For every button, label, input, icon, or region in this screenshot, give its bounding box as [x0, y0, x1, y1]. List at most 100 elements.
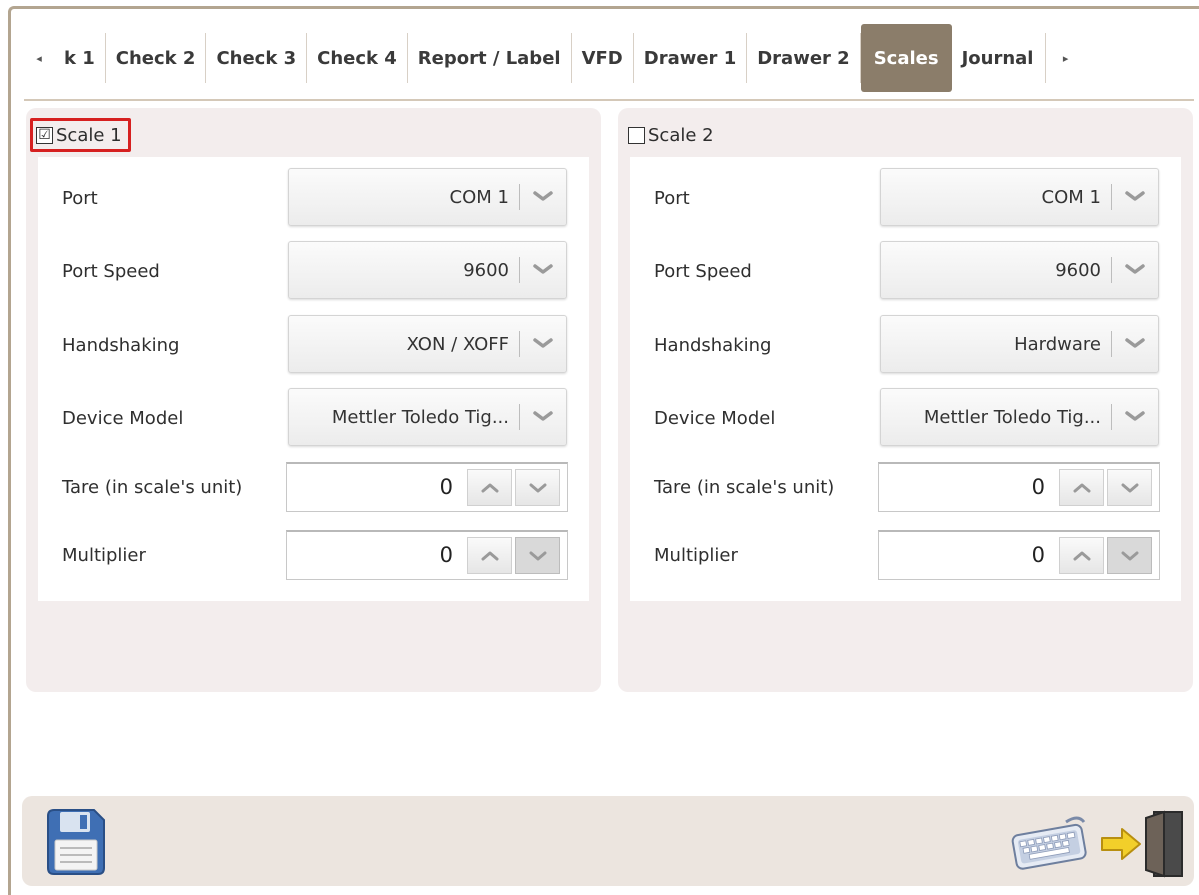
handshaking-label: Handshaking [654, 334, 772, 356]
save-button[interactable] [42, 806, 108, 876]
chevron-down-icon [1112, 168, 1158, 226]
handshaking-row: Handshaking Hardware [630, 315, 1181, 375]
port-row: Port COM 1 [630, 168, 1181, 228]
tab-journal[interactable]: Journal [952, 33, 1046, 83]
handshaking-label: Handshaking [62, 334, 180, 356]
tab-check-3[interactable]: Check 3 [206, 33, 308, 83]
port-value: COM 1 [1041, 186, 1101, 208]
port-speed-dropdown[interactable]: 9600 [288, 241, 567, 299]
checkbox-checked-icon: ☑ [36, 126, 53, 144]
tare-decrement-button[interactable] [515, 469, 560, 506]
scale-1-checkbox[interactable]: ☑ Scale 1 [30, 118, 131, 152]
tab-check-4[interactable]: Check 4 [307, 33, 408, 83]
multiplier-row: Multiplier 0 [630, 529, 1181, 589]
port-dropdown[interactable]: COM 1 [880, 168, 1159, 226]
multiplier-decrement-button[interactable] [1107, 537, 1152, 574]
keyboard-icon [1011, 816, 1087, 870]
device-model-row: Device Model Mettler Toledo Tig... [38, 388, 589, 448]
checkbox-unchecked-icon [628, 126, 645, 144]
port-label: Port [654, 187, 690, 209]
device-model-dropdown[interactable]: Mettler Toledo Tig... [880, 388, 1159, 446]
handshaking-value: XON / XOFF [406, 333, 509, 355]
chevron-down-icon [520, 168, 566, 226]
chevron-up-icon [481, 551, 498, 560]
port-speed-label: Port Speed [654, 260, 752, 282]
scale-1-label: Scale 1 [56, 124, 122, 146]
port-speed-row: Port Speed 9600 [630, 241, 1181, 301]
multiplier-stepper[interactable]: 0 [878, 530, 1160, 580]
scale-2-settings: Port COM 1 Port Speed 9600 Handshaking H… [630, 157, 1181, 601]
chevron-down-icon [1112, 315, 1158, 373]
port-value: COM 1 [449, 186, 509, 208]
tare-decrement-button[interactable] [1107, 469, 1152, 506]
tare-stepper[interactable]: 0 [878, 462, 1160, 512]
chevron-down-icon [1121, 551, 1138, 560]
port-label: Port [62, 187, 98, 209]
chevron-up-icon [1073, 551, 1090, 560]
tab-report-label[interactable]: Report / Label [408, 33, 572, 83]
chevron-down-icon [520, 241, 566, 299]
port-speed-value: 9600 [1055, 259, 1101, 281]
tab-check-1[interactable]: k 1 [54, 33, 106, 83]
handshaking-dropdown[interactable]: XON / XOFF [288, 315, 567, 373]
device-model-value: Mettler Toledo Tig... [331, 406, 509, 428]
chevron-up-icon [1073, 483, 1090, 492]
tab-drawer-2[interactable]: Drawer 2 [747, 33, 861, 83]
tab-scroll-left-button[interactable]: ◂ [24, 33, 54, 83]
scale-1-settings: Port COM 1 Port Speed 9600 Handshaking X… [38, 157, 589, 601]
tare-stepper[interactable]: 0 [286, 462, 568, 512]
tare-row: Tare (in scale's unit) 0 [38, 461, 589, 521]
handshaking-row: Handshaking XON / XOFF [38, 315, 589, 375]
tare-label: Tare (in scale's unit) [654, 476, 835, 498]
device-model-dropdown[interactable]: Mettler Toledo Tig... [288, 388, 567, 446]
multiplier-increment-button[interactable] [1059, 537, 1104, 574]
tare-row: Tare (in scale's unit) 0 [630, 461, 1181, 521]
tare-label: Tare (in scale's unit) [62, 476, 243, 498]
keyboard-button[interactable] [1008, 812, 1090, 870]
tab-divider [24, 99, 1194, 101]
port-speed-row: Port Speed 9600 [38, 241, 589, 301]
device-model-value: Mettler Toledo Tig... [923, 406, 1101, 428]
scale-2-checkbox[interactable]: Scale 2 [628, 118, 714, 152]
port-speed-dropdown[interactable]: 9600 [880, 241, 1159, 299]
tare-increment-button[interactable] [1059, 469, 1104, 506]
multiplier-label: Multiplier [654, 544, 738, 566]
port-dropdown[interactable]: COM 1 [288, 168, 567, 226]
multiplier-value[interactable]: 0 [879, 532, 1045, 578]
exit-button[interactable] [1098, 804, 1188, 880]
multiplier-row: Multiplier 0 [38, 529, 589, 589]
bottom-toolbar [22, 796, 1194, 886]
port-speed-value: 9600 [463, 259, 509, 281]
tare-value[interactable]: 0 [879, 464, 1045, 510]
device-model-row: Device Model Mettler Toledo Tig... [630, 388, 1181, 448]
chevron-down-icon [529, 551, 546, 560]
tab-vfd[interactable]: VFD [572, 33, 634, 83]
handshaking-value: Hardware [1014, 333, 1101, 355]
multiplier-decrement-button[interactable] [515, 537, 560, 574]
tab-scales[interactable]: Scales [860, 24, 952, 92]
multiplier-stepper[interactable]: 0 [286, 530, 568, 580]
chevron-down-icon [520, 388, 566, 446]
multiplier-increment-button[interactable] [467, 537, 512, 574]
chevron-down-icon [520, 315, 566, 373]
chevron-down-icon [1112, 241, 1158, 299]
chevron-up-icon [481, 483, 498, 492]
save-icon [47, 809, 105, 875]
scale-2-panel: Scale 2 Port COM 1 Port Speed 9600 Hands… [618, 108, 1193, 692]
multiplier-value[interactable]: 0 [287, 532, 453, 578]
chevron-down-icon [1121, 483, 1138, 492]
port-row: Port COM 1 [38, 168, 589, 228]
device-model-label: Device Model [654, 407, 776, 429]
scale-1-panel: ☑ Scale 1 Port COM 1 Port Speed 9600 Han… [26, 108, 601, 692]
tare-value[interactable]: 0 [287, 464, 453, 510]
chevron-down-icon [529, 483, 546, 492]
scale-2-label: Scale 2 [648, 124, 714, 146]
tab-check-2[interactable]: Check 2 [106, 33, 207, 83]
handshaking-dropdown[interactable]: Hardware [880, 315, 1159, 373]
tare-increment-button[interactable] [467, 469, 512, 506]
tab-drawer-1[interactable]: Drawer 1 [634, 33, 748, 83]
chevron-down-icon [1112, 388, 1158, 446]
device-model-label: Device Model [62, 407, 184, 429]
tab-scroll-right-button[interactable]: ▸ [1046, 33, 1086, 83]
tab-bar: ◂ k 1 Check 2 Check 3 Check 4 Report / L… [24, 22, 1194, 94]
